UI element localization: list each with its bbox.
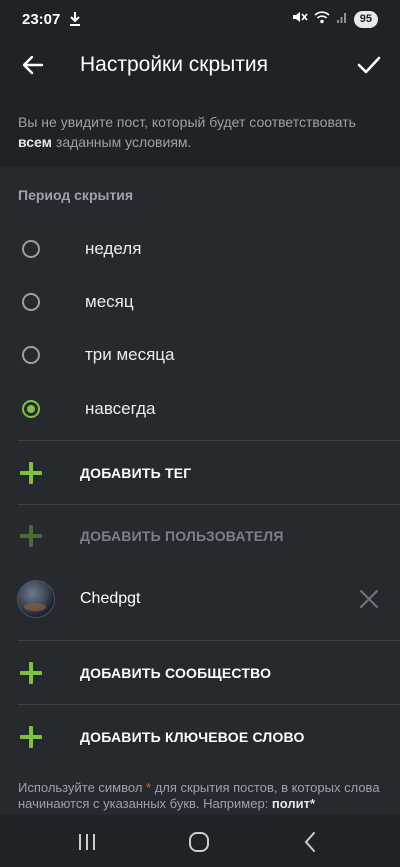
app-bar: Настройки скрытия (0, 40, 400, 92)
divider (18, 704, 400, 705)
status-bar: 23:07 95 (0, 0, 400, 40)
radio-option-three-months[interactable]: три месяца (0, 328, 400, 381)
hint-text: Используйте символ * для скрытия постов,… (18, 780, 384, 812)
hint-example: полит* (271, 796, 316, 811)
info-text-start: Вы не увидите пост, который будет соотве… (18, 114, 356, 130)
radio-button-checked[interactable] (22, 399, 40, 418)
home-button[interactable] (186, 829, 212, 855)
radio-label: три месяца (85, 344, 175, 364)
user-name: Chedpgt (80, 590, 141, 607)
done-button[interactable] (352, 50, 386, 80)
recent-apps-icon (79, 834, 95, 850)
chevron-left-icon (304, 832, 315, 852)
battery-indicator: 95 (353, 11, 378, 28)
radio-button[interactable] (22, 345, 40, 364)
status-icons: 95 (292, 10, 378, 29)
home-icon (189, 832, 209, 852)
radio-label: навсегда (85, 398, 156, 418)
back-button[interactable] (18, 50, 48, 80)
system-nav-bar (0, 815, 400, 867)
status-time: 23:07 (22, 11, 61, 28)
divider (18, 504, 400, 505)
info-text: Вы не увидите пост, который будет соотве… (18, 112, 382, 152)
add-user-label: ДОБАВИТЬ ПОЛЬЗОВАТЕЛЯ (80, 528, 284, 544)
plus-icon (20, 662, 42, 684)
download-icon (68, 11, 82, 32)
period-section-title: Период скрытия (18, 187, 134, 203)
divider (18, 440, 400, 441)
arrow-left-icon (22, 55, 44, 75)
radio-label: неделя (85, 238, 142, 258)
radio-label: месяц (85, 291, 134, 311)
page-title: Настройки скрытия (80, 53, 268, 76)
hint-start: Используйте символ (18, 780, 147, 795)
add-tag-label: ДОБАВИТЬ ТЕГ (80, 465, 192, 481)
add-community-button[interactable]: ДОБАВИТЬ СООБЩЕСТВО (0, 643, 400, 703)
info-text-end: заданным условиям. (52, 134, 192, 150)
add-tag-button[interactable]: ДОБАВИТЬ ТЕГ (0, 443, 400, 503)
radio-option-forever[interactable]: навсегда (0, 382, 400, 435)
close-icon (360, 590, 378, 608)
remove-user-button[interactable] (358, 588, 380, 610)
radio-option-week[interactable]: неделя (0, 222, 400, 275)
mute-icon (292, 10, 308, 29)
divider (18, 640, 400, 641)
check-icon (357, 56, 381, 74)
info-text-bold: всем (18, 134, 53, 150)
recent-apps-button[interactable] (74, 829, 100, 855)
avatar (17, 580, 55, 618)
signal-icon (336, 10, 348, 29)
back-nav-button[interactable] (298, 829, 324, 855)
add-community-label: ДОБАВИТЬ СООБЩЕСТВО (80, 665, 272, 681)
plus-icon (20, 726, 42, 748)
radio-option-month[interactable]: месяц (0, 275, 400, 328)
add-keyword-label: ДОБАВИТЬ КЛЮЧЕВОЕ СЛОВО (80, 729, 305, 745)
add-keyword-button[interactable]: ДОБАВИТЬ КЛЮЧЕВОЕ СЛОВО (0, 707, 400, 767)
plus-icon (20, 525, 42, 547)
wifi-icon (314, 10, 330, 29)
plus-icon (20, 462, 42, 484)
info-panel: Вы не увидите пост, который будет соотве… (0, 92, 400, 167)
user-list-item: Chedpgt (0, 570, 400, 628)
add-user-button[interactable]: ДОБАВИТЬ ПОЛЬЗОВАТЕЛЯ (0, 506, 400, 566)
radio-button[interactable] (22, 292, 40, 311)
radio-button[interactable] (22, 239, 40, 258)
